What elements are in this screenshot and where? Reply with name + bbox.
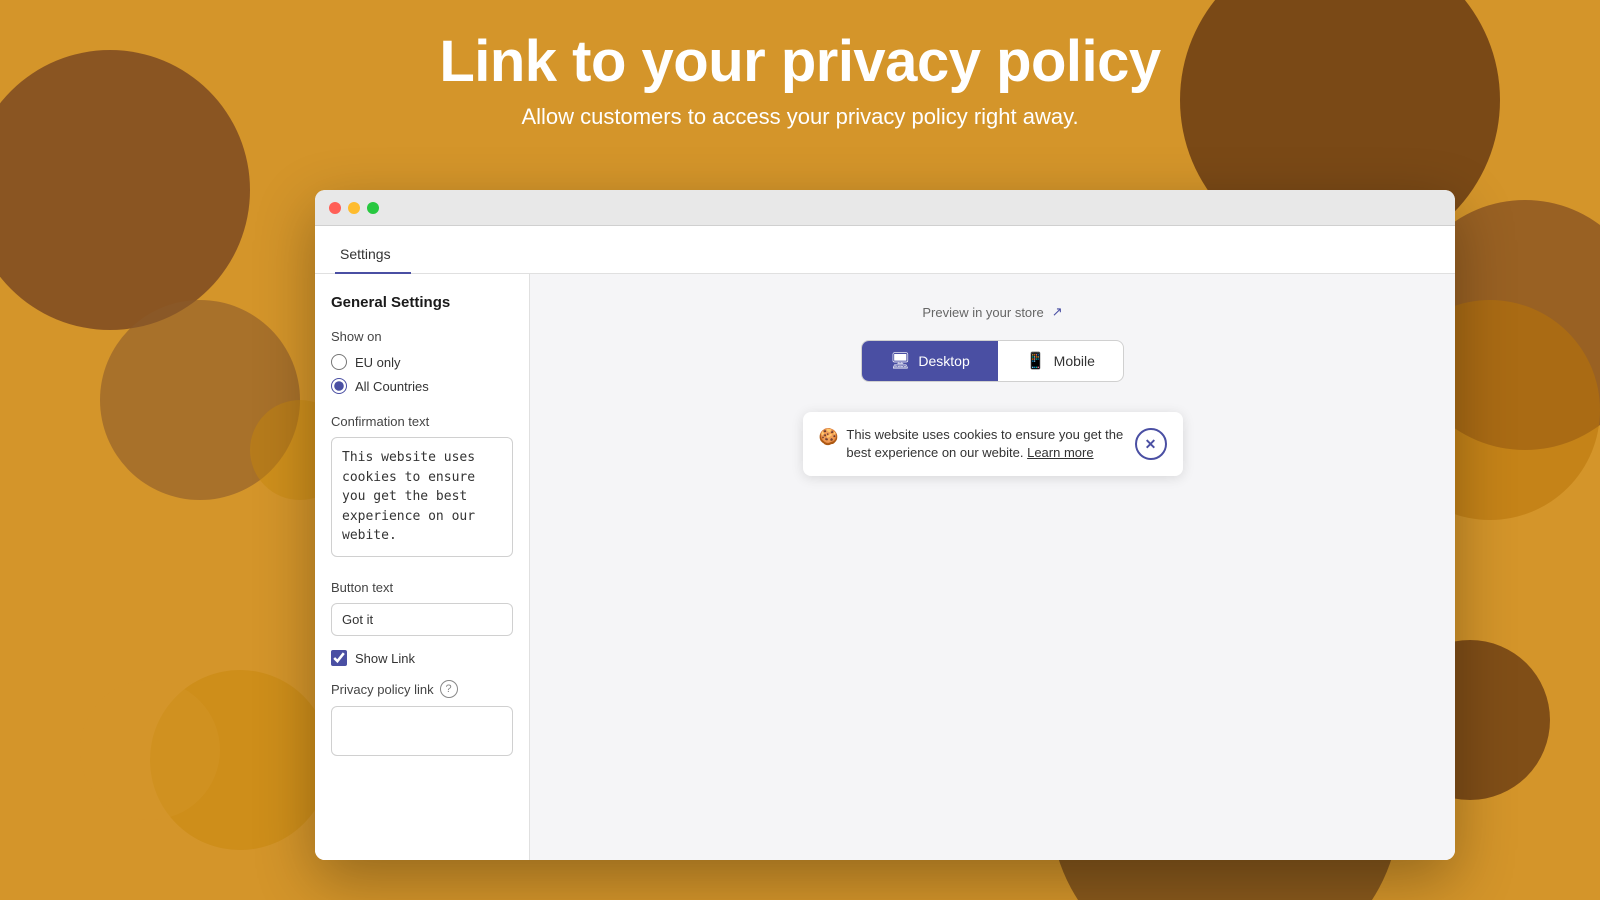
mobile-icon: 📱 (1026, 351, 1046, 371)
cookie-message: This website uses cookies to ensure you … (846, 426, 1124, 462)
confirmation-text-label: Confirmation text (331, 414, 513, 429)
help-icon[interactable]: ? (440, 680, 458, 698)
preview-area: Preview in your store ↗ 🖥 Desktop 📱 Mobi… (530, 274, 1455, 860)
radio-eu-only-input[interactable] (331, 354, 347, 370)
mobile-button[interactable]: 📱 Mobile (998, 341, 1123, 381)
sidebar: General Settings Show on EU only All Cou… (315, 274, 530, 860)
radio-all-countries-label: All Countries (355, 379, 429, 394)
close-icon: ✕ (1145, 436, 1157, 453)
radio-eu-only[interactable]: EU only (331, 354, 513, 370)
mobile-label: Mobile (1054, 353, 1095, 369)
cookie-banner-preview: 🍪 This website uses cookies to ensure yo… (803, 412, 1183, 476)
preview-label: Preview in your store (922, 305, 1043, 320)
main-layout: General Settings Show on EU only All Cou… (315, 274, 1455, 860)
device-toggle: 🖥 Desktop 📱 Mobile (861, 340, 1124, 382)
privacy-link-row: Privacy policy link ? (331, 680, 513, 698)
browser-titlebar (315, 190, 1455, 226)
traffic-light-green[interactable] (367, 202, 379, 214)
preview-header: Preview in your store ↗ (922, 304, 1062, 320)
hero-subtitle: Allow customers to access your privacy p… (0, 104, 1600, 130)
radio-eu-only-label: EU only (355, 355, 401, 370)
radio-group-show-on: EU only All Countries (331, 354, 513, 394)
confirmation-text-input[interactable]: This website uses cookies to ensure you … (331, 437, 513, 557)
hero-title: Link to your privacy policy (0, 30, 1600, 94)
hero-section: Link to your privacy policy Allow custom… (0, 0, 1600, 130)
external-link-icon[interactable]: ↗ (1052, 304, 1063, 320)
show-link-label: Show Link (355, 651, 415, 666)
cookie-banner-text: 🍪 This website uses cookies to ensure yo… (819, 426, 1125, 462)
traffic-light-red[interactable] (329, 202, 341, 214)
desktop-label: Desktop (918, 353, 969, 369)
browser-content: Settings General Settings Show on EU onl… (315, 226, 1455, 860)
button-text-input[interactable] (331, 603, 513, 636)
cookie-close-button[interactable]: ✕ (1135, 428, 1167, 460)
radio-all-countries[interactable]: All Countries (331, 378, 513, 394)
button-text-label: Button text (331, 580, 513, 595)
tabs-bar: Settings (315, 226, 1455, 274)
show-link-row: Show Link (331, 650, 513, 666)
section-title: General Settings (331, 294, 513, 311)
tab-settings[interactable]: Settings (335, 246, 411, 274)
traffic-light-yellow[interactable] (348, 202, 360, 214)
show-link-checkbox[interactable] (331, 650, 347, 666)
privacy-policy-link-input[interactable] (331, 706, 513, 756)
radio-all-countries-input[interactable] (331, 378, 347, 394)
browser-window: Settings General Settings Show on EU onl… (315, 190, 1455, 860)
privacy-policy-link-label: Privacy policy link (331, 682, 434, 697)
desktop-icon: 🖥 (890, 351, 910, 371)
cookie-emoji: 🍪 (819, 427, 839, 447)
learn-more-link[interactable]: Learn more (1027, 445, 1093, 460)
desktop-button[interactable]: 🖥 Desktop (862, 341, 998, 381)
show-on-label: Show on (331, 329, 513, 344)
